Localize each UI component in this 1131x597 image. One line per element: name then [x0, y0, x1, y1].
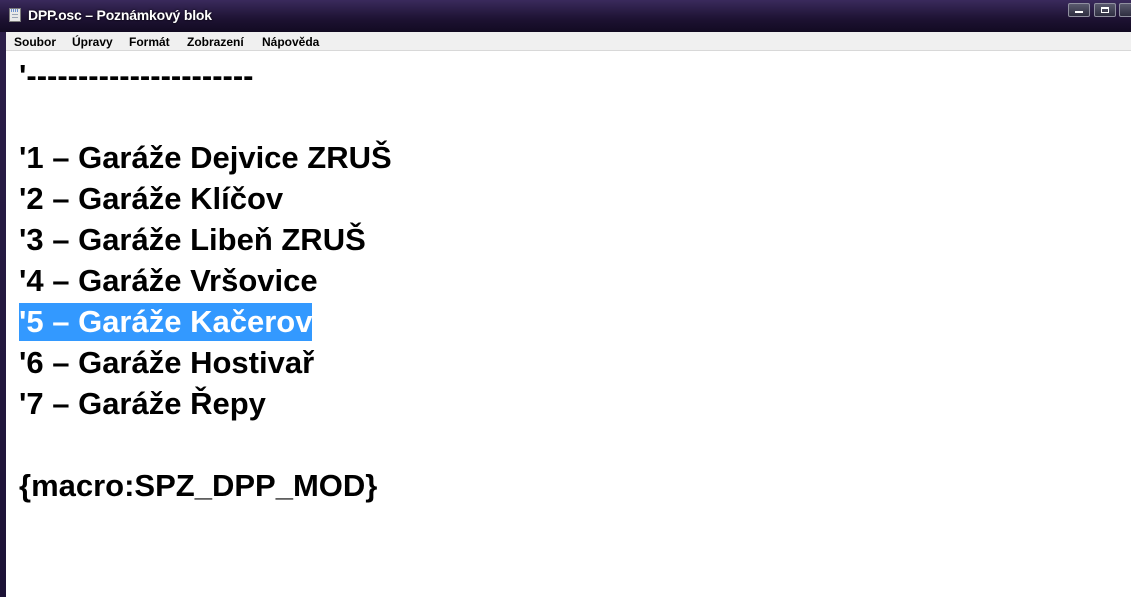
maximize-button[interactable] — [1094, 3, 1116, 17]
menu-upravy[interactable]: Úpravy — [72, 35, 113, 49]
text-line-garage-1: '1 – Garáže Dejvice ZRUŠ — [19, 140, 392, 175]
text-line-separator: '---------------------- — [19, 58, 254, 93]
menu-soubor[interactable]: Soubor — [14, 35, 56, 49]
text-line-garage-2: '2 – Garáže Klíčov — [19, 181, 284, 216]
menu-zobrazeni[interactable]: Zobrazení — [187, 35, 244, 49]
notepad-window: DPP.osc – Poznámkový blok Soubor Úpravy … — [0, 0, 1131, 597]
title-bar[interactable]: DPP.osc – Poznámkový blok — [0, 0, 1131, 32]
text-line-garage-5-selected: '5 – Garáže Kačerov — [19, 303, 313, 341]
window-title: DPP.osc – Poznámkový blok — [28, 7, 212, 23]
text-line-garage-4: '4 – Garáže Vršovice — [19, 263, 318, 298]
text-line-garage-7: '7 – Garáže Řepy — [19, 386, 266, 421]
notepad-icon[interactable] — [9, 8, 21, 22]
menu-format[interactable]: Formát — [129, 35, 170, 49]
maximize-icon — [1101, 7, 1109, 13]
menu-napoveda[interactable]: Nápověda — [262, 35, 319, 49]
text-line-garage-3: '3 – Garáže Libeň ZRUŠ — [19, 222, 366, 257]
close-button[interactable] — [1119, 3, 1131, 17]
text-editor[interactable]: '---------------------- '1 – Garáže Dejv… — [6, 51, 1131, 597]
text-line-garage-6: '6 – Garáže Hostivař — [19, 345, 315, 380]
text-line-macro: {macro:SPZ_DPP_MOD} — [19, 468, 378, 503]
menu-bar: Soubor Úpravy Formát Zobrazení Nápověda — [6, 32, 1131, 51]
minimize-button[interactable] — [1068, 3, 1090, 17]
minimize-icon — [1075, 11, 1083, 13]
